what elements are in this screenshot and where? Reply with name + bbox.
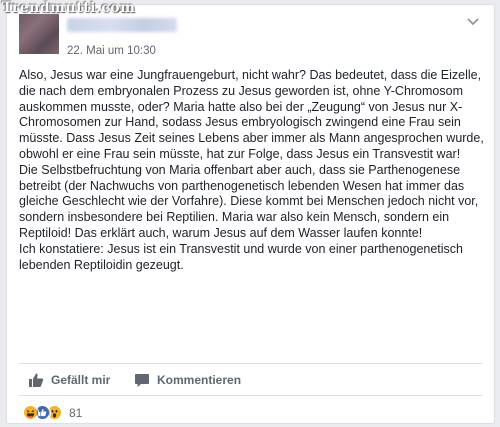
comment-icon (135, 374, 149, 387)
divider (19, 395, 482, 396)
post-actions: Gefällt mir Kommentieren (19, 366, 484, 394)
post-paragraph: Die Selbstbefruchtung von Maria offenbar… (19, 162, 479, 240)
post-card: 22. Mai um 10:30 Also, Jesus war eine Ju… (6, 4, 495, 424)
like-label: Gefällt mir (51, 373, 111, 387)
post-body: Also, Jesus war eine Jungfrauengeburt, n… (19, 68, 484, 273)
reactions-summary[interactable]: 81 (23, 403, 82, 423)
thumbs-up-icon (29, 373, 44, 387)
author-name-redacted[interactable] (67, 18, 177, 32)
watermark-logo: Trendmutti.com (2, 0, 136, 16)
timestamp-text: 22. Mai um 10:30 (67, 45, 156, 57)
comment-label: Kommentieren (157, 373, 242, 387)
post-paragraph: Also, Jesus war eine Jungfrauengeburt, n… (19, 68, 484, 161)
reaction-count[interactable]: 81 (69, 406, 82, 420)
avatar[interactable] (19, 14, 59, 54)
divider (19, 363, 482, 364)
chevron-down-icon[interactable] (464, 14, 482, 28)
like-button[interactable]: Gefällt mir (28, 369, 110, 391)
post-paragraph: Ich konstatiere: Jesus ist ein Transvest… (19, 241, 464, 272)
post-header: 22. Mai um 10:30 (19, 14, 482, 58)
post-timestamp[interactable]: 22. Mai um 10:30 (67, 45, 156, 57)
haha-reaction-icon (23, 405, 39, 421)
comment-button[interactable]: Kommentieren (134, 369, 241, 391)
